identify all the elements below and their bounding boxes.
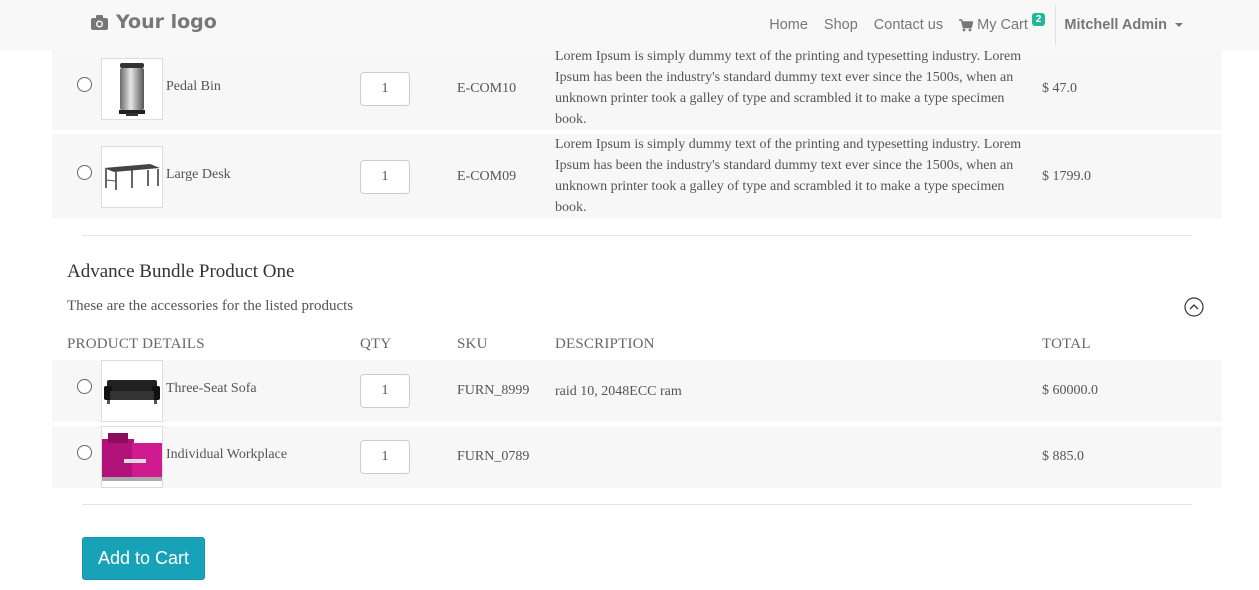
shopping-cart-icon (959, 18, 974, 31)
column-header-sku: SKU (457, 336, 488, 352)
product-price: $ 885.0 (1042, 449, 1084, 464)
workplace-image (102, 433, 162, 481)
quantity-input[interactable]: 1 (360, 72, 410, 106)
product-sku: E-COM09 (457, 169, 517, 184)
column-header-qty: QTY (360, 336, 392, 352)
product-sku: E-COM10 (457, 81, 517, 96)
product-description: Lorem Ipsum is simply dummy text of the … (555, 49, 1022, 127)
add-to-cart-button[interactable]: Add to Cart (82, 537, 205, 580)
user-name: Mitchell Admin (1064, 17, 1167, 33)
product-image (101, 58, 163, 120)
product-select-radio[interactable] (77, 379, 92, 394)
nav-links: Home Shop Contact us My Cart 2 Mitchell … (769, 0, 1259, 50)
product-price: $ 47.0 (1042, 81, 1077, 96)
my-cart-link[interactable]: My Cart 2 (959, 12, 1046, 33)
product-description: raid 10, 2048ECC ram (555, 384, 682, 399)
product-price: $ 1799.0 (1042, 169, 1091, 184)
nav-contact[interactable]: Contact us (874, 17, 943, 33)
pedal-bin-image (119, 63, 145, 116)
cart-label: My Cart (977, 17, 1028, 33)
product-price: $ 60000.0 (1042, 383, 1098, 398)
product-name[interactable]: Pedal Bin (166, 79, 221, 95)
bundle-title: Advance Bundle Product One (67, 261, 295, 282)
product-select-radio[interactable] (77, 77, 92, 92)
chevron-up-circle-icon[interactable] (1184, 297, 1204, 317)
top-navbar: Your logo Home Shop Contact us My Cart 2… (0, 0, 1259, 50)
bundle-subtitle: These are the accessories for the listed… (67, 298, 354, 314)
column-header-total: TOTAL (1042, 336, 1091, 352)
logo-text: Your logo (116, 11, 217, 33)
section-divider (82, 504, 1192, 505)
sofa-image (104, 380, 160, 404)
section-divider (82, 235, 1192, 236)
product-image (101, 426, 163, 488)
camera-icon (91, 14, 108, 30)
bundle-product-row: Three-Seat Sofa 1 FURN_8999 raid 10, 204… (52, 360, 1222, 422)
nav-shop[interactable]: Shop (824, 17, 858, 33)
user-menu-toggle[interactable]: Mitchell Admin (1064, 17, 1183, 33)
product-row: Pedal Bin 1 E-COM10 Lorem Ipsum is simpl… (52, 46, 1222, 130)
column-header-product-details: PRODUCT DETAILS (67, 336, 205, 352)
quantity-input[interactable]: 1 (360, 374, 410, 408)
product-select-radio[interactable] (77, 165, 92, 180)
product-name[interactable]: Individual Workplace (166, 447, 287, 463)
product-row: Large Desk 1 E-COM09 Lorem Ipsum is simp… (52, 134, 1222, 218)
product-name[interactable]: Three-Seat Sofa (166, 381, 257, 397)
site-logo[interactable]: Your logo (91, 11, 217, 33)
product-description: Lorem Ipsum is simply dummy text of the … (555, 137, 1022, 215)
product-image (101, 146, 163, 208)
column-header-description: DESCRIPTION (555, 336, 655, 352)
product-sku: FURN_8999 (457, 383, 530, 398)
cart-count-badge: 2 (1031, 12, 1046, 26)
nav-divider (1055, 5, 1057, 45)
bundle-product-row: Individual Workplace 1 FURN_0789 $ 885.0 (52, 426, 1222, 488)
quantity-input[interactable]: 1 (360, 160, 410, 194)
product-sku: FURN_0789 (457, 449, 530, 464)
chevron-down-icon (1175, 23, 1183, 27)
quantity-input[interactable]: 1 (360, 440, 410, 474)
product-image (101, 360, 163, 422)
nav-home[interactable]: Home (769, 17, 808, 33)
large-desk-image (104, 164, 160, 190)
product-select-radio[interactable] (77, 445, 92, 460)
product-name[interactable]: Large Desk (166, 167, 231, 183)
